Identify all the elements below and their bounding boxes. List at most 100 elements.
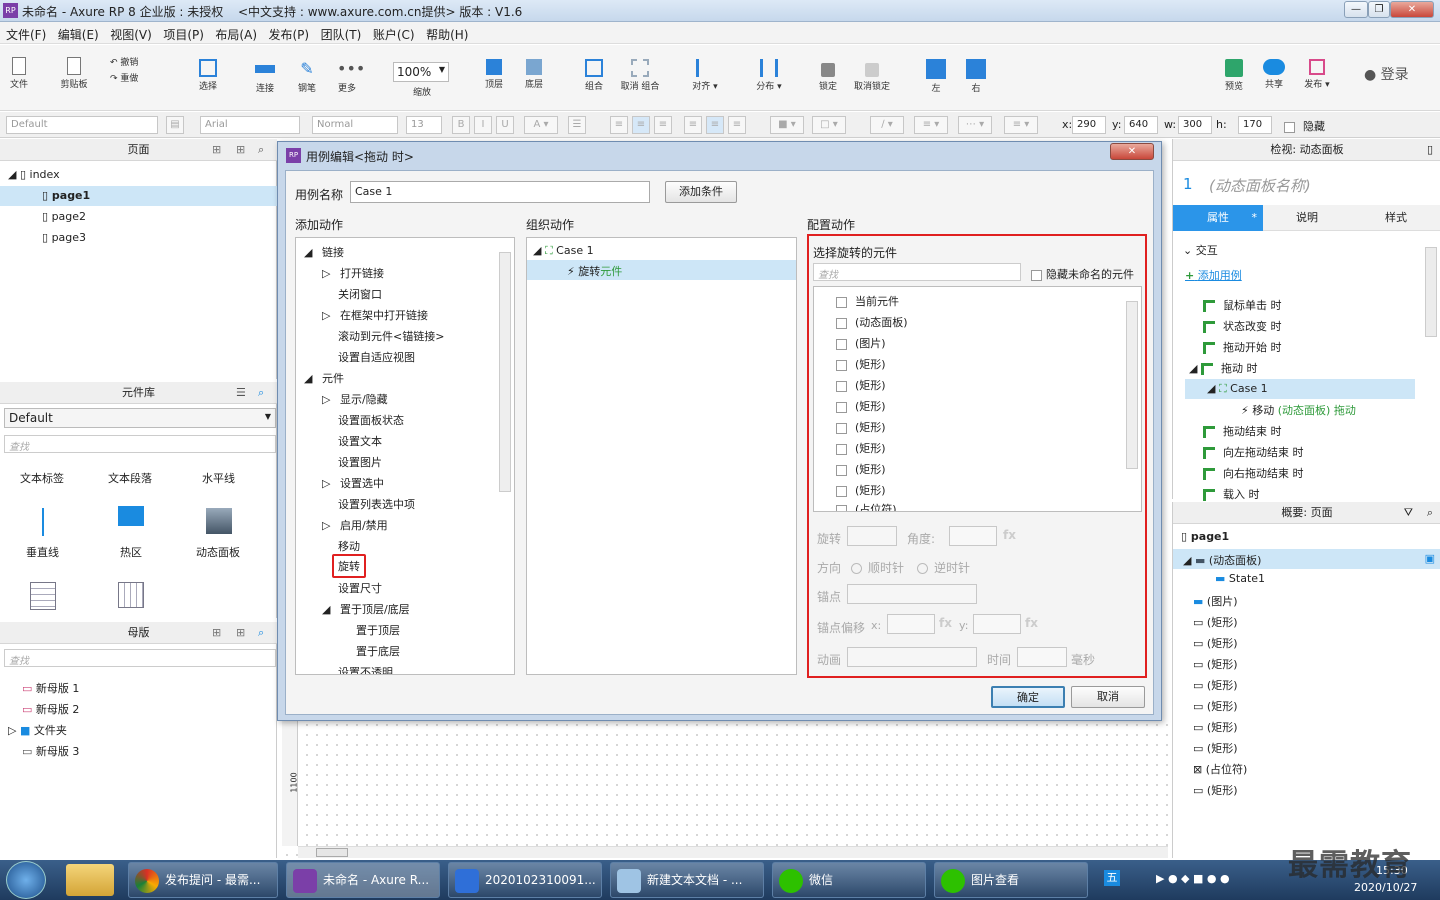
anchor-x-input[interactable] bbox=[887, 614, 935, 634]
add-master-icon[interactable]: ⊞ bbox=[212, 622, 221, 644]
master-item[interactable]: ▭ 新母版 3 bbox=[22, 743, 79, 759]
action-item[interactable]: 设置文本 bbox=[338, 433, 382, 449]
login-button[interactable]: ● 登录 bbox=[1364, 64, 1409, 84]
outline-item[interactable]: ▭ (矩形) bbox=[1193, 677, 1238, 693]
widget-option[interactable]: (矩形) bbox=[836, 482, 886, 498]
rotate-select[interactable] bbox=[847, 526, 897, 546]
outline-item[interactable]: ▭ (矩形) bbox=[1193, 740, 1238, 756]
fx-button[interactable]: fx bbox=[1025, 616, 1038, 630]
fill-color-icon[interactable]: ■ ▾ bbox=[770, 116, 804, 134]
clipboard-button[interactable]: 剪贴板 bbox=[56, 57, 92, 90]
align-left-button[interactable]: 左 bbox=[924, 59, 948, 94]
outline-item[interactable]: ▬ (图片) bbox=[1193, 593, 1238, 609]
event-item[interactable]: 鼠标单击 时 bbox=[1203, 297, 1282, 313]
master-item[interactable]: ▭ 新母版 1 bbox=[22, 680, 79, 696]
page-tree-root[interactable]: ◢ ▯ index bbox=[8, 168, 60, 181]
menu-file[interactable]: 文件(F) bbox=[0, 22, 46, 43]
taskbar-item-wechat[interactable]: 微信 bbox=[772, 862, 926, 898]
action-item[interactable]: 移动 bbox=[338, 538, 360, 554]
lock-button[interactable]: 锁定 bbox=[816, 59, 840, 92]
outline-item[interactable]: ⊠ (占位符) bbox=[1193, 761, 1247, 777]
bring-top-button[interactable]: 顶层 bbox=[482, 59, 506, 90]
clockwise-radio[interactable]: 顺时针 bbox=[851, 559, 904, 576]
outline-item[interactable]: ▭ (矩形) bbox=[1193, 782, 1238, 798]
menu-edit[interactable]: 编辑(E) bbox=[52, 22, 99, 43]
action-item[interactable]: ▷ 打开链接 bbox=[322, 265, 384, 281]
widget-vline[interactable]: 垂直线 bbox=[26, 544, 59, 560]
add-folder-icon[interactable]: ⊞ bbox=[236, 622, 245, 644]
event-item[interactable]: 载入 时 bbox=[1203, 486, 1260, 502]
page-tree-item-page2[interactable]: ▯ page2 bbox=[42, 210, 86, 223]
event-item[interactable]: 状态改变 时 bbox=[1203, 318, 1282, 334]
widget-list-scrollbar[interactable] bbox=[1126, 301, 1138, 469]
more-button[interactable]: ••• 更多 bbox=[330, 59, 365, 94]
org-action[interactable]: ⚡ 旋转元件 bbox=[527, 260, 796, 280]
font-select[interactable]: Arial bbox=[200, 116, 300, 134]
explorer-icon[interactable] bbox=[66, 864, 114, 896]
page-tree-item-page1[interactable]: ▯ page1 bbox=[0, 186, 277, 206]
line-style-icon[interactable]: ⋯ ▾ bbox=[958, 116, 992, 134]
valign-bottom-icon[interactable]: ≡ bbox=[728, 116, 746, 134]
taskbar-item-chrome[interactable]: 发布提问 - 最需... bbox=[128, 862, 278, 898]
inspector-scrollbar[interactable] bbox=[1425, 247, 1437, 337]
outline-item[interactable]: ▭ (矩形) bbox=[1193, 719, 1238, 735]
action-item[interactable]: 置于底层 bbox=[356, 643, 400, 659]
case-item[interactable]: ◢ ⛶ Case 1 bbox=[1185, 379, 1415, 399]
h-input[interactable]: 170 bbox=[1238, 116, 1272, 134]
valign-top-icon[interactable]: ≡ bbox=[684, 116, 702, 134]
align-center-text-icon[interactable]: ≡ bbox=[632, 116, 650, 134]
outline-item[interactable]: ▭ (矩形) bbox=[1193, 656, 1238, 672]
action-group-link[interactable]: ◢ 链接 bbox=[304, 244, 344, 260]
w-input[interactable]: 300 bbox=[1178, 116, 1212, 134]
menu-publish[interactable]: 发布(P) bbox=[263, 22, 310, 43]
search-icon[interactable]: ⌕ bbox=[258, 139, 264, 161]
valign-middle-icon[interactable]: ≡ bbox=[706, 116, 724, 134]
filter-icon[interactable]: ⛛ bbox=[1404, 502, 1413, 524]
widget-label[interactable]: 文本标签 bbox=[20, 470, 64, 486]
menu-view[interactable]: 视图(V) bbox=[104, 22, 152, 43]
masters-search-input[interactable]: 查找 bbox=[4, 649, 276, 667]
action-tree-scrollbar[interactable] bbox=[499, 252, 511, 492]
undo-button[interactable]: ↶ 撤销 bbox=[110, 55, 150, 68]
fx-button[interactable]: fx bbox=[1003, 528, 1016, 542]
align-button[interactable]: 对齐 ▾ bbox=[688, 59, 722, 92]
notes-icon[interactable]: ▯ bbox=[1427, 139, 1433, 161]
panel-name-input[interactable]: (动态面板名称) bbox=[1209, 175, 1311, 196]
master-item[interactable]: ▭ 新母版 2 bbox=[22, 701, 79, 717]
time-input[interactable] bbox=[1017, 647, 1067, 667]
widget-option[interactable]: (占位符) bbox=[836, 501, 897, 511]
hidden-checkbox[interactable]: 隐藏 bbox=[1284, 118, 1325, 134]
action-item[interactable]: 设置面板状态 bbox=[338, 412, 404, 428]
input-method-icon[interactable]: 五 bbox=[1104, 870, 1120, 886]
font-weight-select[interactable]: Normal bbox=[312, 116, 398, 134]
taskbar-item-notepad[interactable]: 新建文本文档 - ... bbox=[610, 862, 764, 898]
menu-icon[interactable]: ☰ bbox=[236, 382, 246, 404]
outline-item[interactable]: ▬ State1 bbox=[1215, 572, 1265, 585]
publish-button[interactable]: 发布 ▾ bbox=[1300, 59, 1334, 90]
canvas[interactable] bbox=[282, 720, 1168, 858]
widget-option[interactable]: (矩形) bbox=[836, 377, 886, 393]
action-item[interactable]: ▷ 启用/禁用 bbox=[322, 517, 388, 533]
font-size-select[interactable]: 13 bbox=[406, 116, 442, 134]
event-item[interactable]: ◢ 拖动 时 bbox=[1189, 360, 1257, 376]
event-item[interactable]: 拖动开始 时 bbox=[1203, 339, 1282, 355]
action-item[interactable]: 置于顶层 bbox=[356, 622, 400, 638]
action-item[interactable]: ⚡ 移动 (动态面板) 拖动 bbox=[1241, 402, 1356, 418]
group-button[interactable]: 组合 bbox=[582, 59, 606, 92]
bold-icon[interactable]: B bbox=[452, 116, 470, 134]
action-item[interactable]: ◢ 置于顶层/底层 bbox=[322, 601, 410, 617]
connect-button[interactable]: 连接 bbox=[250, 59, 280, 94]
select-button[interactable]: 选择 bbox=[180, 59, 236, 92]
widget-search-input[interactable]: 查找 bbox=[813, 263, 1021, 281]
org-case[interactable]: ◢ ⛶ Case 1 bbox=[533, 244, 594, 258]
add-case-link[interactable]: + 添加用例 bbox=[1185, 267, 1242, 283]
widget-option[interactable]: (矩形) bbox=[836, 356, 886, 372]
style-select[interactable]: Default bbox=[6, 116, 158, 134]
taskbar-item-doc[interactable]: 2020102310091... bbox=[448, 862, 602, 898]
pen-button[interactable]: ✎ 钢笔 bbox=[292, 59, 322, 94]
event-item[interactable]: 向左拖动结束 时 bbox=[1203, 444, 1304, 460]
event-item[interactable]: 拖动结束 时 bbox=[1203, 423, 1282, 439]
cancel-button[interactable]: 取消 bbox=[1071, 686, 1145, 708]
anchor-select[interactable] bbox=[847, 584, 977, 604]
widget-paragraph[interactable]: 文本段落 bbox=[108, 470, 152, 486]
